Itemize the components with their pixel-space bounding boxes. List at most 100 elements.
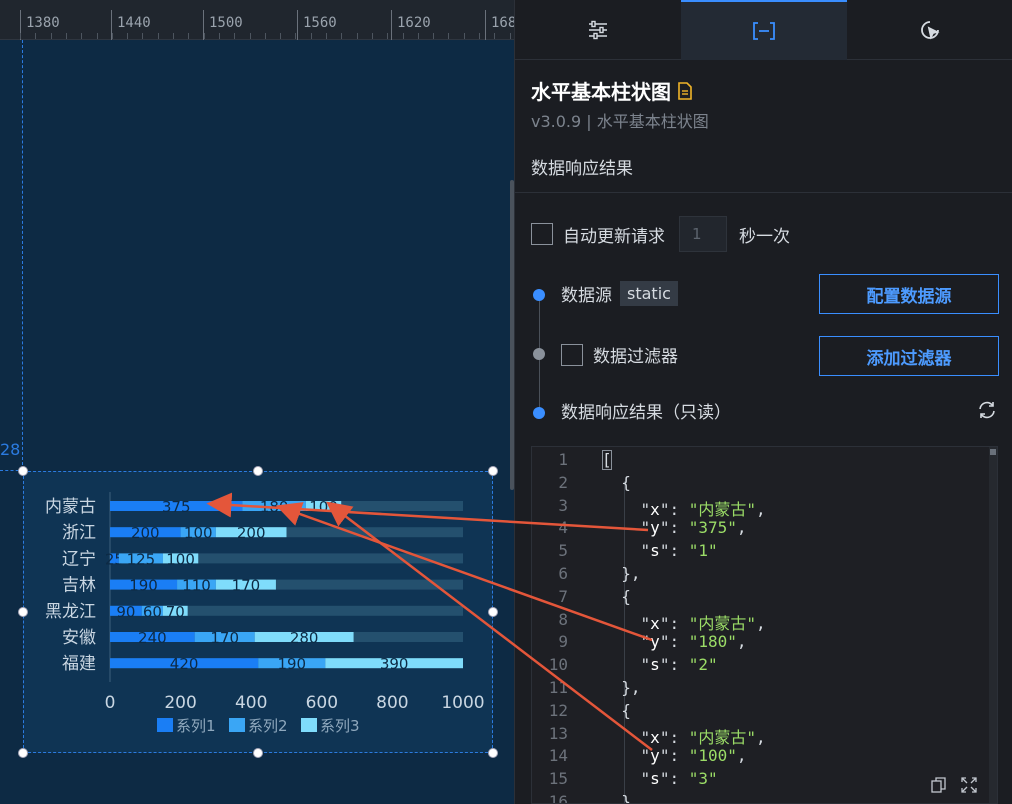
code-text: "y": "375", — [602, 518, 747, 538]
ruler-minor-tick — [203, 33, 205, 39]
tab-data[interactable] — [681, 0, 847, 60]
design-canvas[interactable]: 1380 1440 1500 1560 1620 168 28 内蒙古 375 18… — [0, 0, 514, 804]
code-text: { — [602, 586, 631, 606]
resize-handle-bottom[interactable] — [253, 748, 263, 758]
filter-step-dot — [533, 348, 545, 360]
ruler-minor-tick — [341, 33, 343, 39]
ruler-minor-tick — [371, 33, 373, 39]
line-number: 7 — [558, 586, 568, 606]
legend-swatch — [301, 718, 317, 732]
ruler-tick: 1620 — [391, 10, 431, 40]
data-label: 60 — [143, 603, 162, 621]
vertical-guide-line[interactable] — [22, 40, 23, 470]
refresh-icon[interactable] — [977, 400, 997, 424]
json-value: 内蒙古 — [698, 499, 747, 519]
interaction-icon — [921, 21, 940, 40]
line-number: 8 — [558, 609, 568, 629]
data-label: 170 — [210, 629, 239, 647]
json-key: s — [650, 541, 660, 561]
resize-handle-top-left[interactable] — [18, 466, 28, 476]
guide-position-label: 28 — [0, 440, 21, 459]
ruler-tick: 168 — [485, 10, 514, 40]
code-line: 15 "s": "3" — [532, 769, 997, 792]
code-line: 6 }, — [532, 564, 997, 587]
tab-style[interactable] — [515, 0, 681, 60]
x-tick-label: 400 — [235, 693, 267, 713]
line-number: 15 — [548, 769, 568, 789]
line-number: 14 — [548, 746, 568, 766]
ruler-minor-tick — [142, 33, 144, 39]
data-label: 180 — [260, 498, 289, 516]
category-label: 内蒙古 — [45, 497, 96, 517]
configure-datasource-button[interactable]: 配置数据源 — [819, 274, 999, 314]
json-value: 100 — [698, 746, 728, 766]
code-scrollbar-thumb[interactable] — [990, 449, 996, 455]
data-label: 190 — [277, 655, 306, 673]
legend-label: 系列3 — [320, 717, 360, 735]
code-text: "x": "内蒙古", — [602, 499, 766, 519]
filter-label: 数据过滤器 — [593, 347, 678, 367]
json-key: s — [650, 769, 660, 789]
code-text: "x": "内蒙古", — [602, 727, 766, 747]
resize-handle-top[interactable] — [253, 466, 263, 476]
auto-update-checkbox[interactable] — [531, 223, 553, 245]
ruler-minor-tick — [433, 33, 435, 39]
code-line: 12 { — [532, 701, 997, 724]
code-line: 2 { — [532, 473, 997, 496]
line-number: 4 — [558, 518, 568, 538]
code-line: 10 "s": "2" — [532, 655, 997, 678]
filter-row: 数据过滤器 — [561, 342, 678, 367]
legend-label: 系列1 — [176, 717, 216, 735]
filter-checkbox[interactable] — [561, 343, 583, 366]
legend-swatch — [157, 718, 173, 732]
json-key: y — [650, 518, 660, 538]
resize-handle-bottom-left[interactable] — [18, 748, 28, 758]
line-number: 13 — [548, 723, 568, 743]
line-number: 5 — [558, 541, 568, 561]
result-label: 数据响应结果（只读） — [561, 403, 731, 423]
tab-interaction[interactable] — [847, 0, 1012, 60]
component-version: v3.0.9 | 水平基本柱状图 — [531, 112, 709, 131]
result-step-dot — [533, 407, 545, 419]
add-filter-button[interactable]: 添加过滤器 — [819, 336, 999, 376]
resize-handle-right[interactable] — [488, 607, 498, 617]
data-label: 100 — [309, 498, 338, 516]
copy-icon[interactable] — [931, 777, 947, 793]
panel-tabs — [515, 0, 1012, 60]
data-label: 170 — [232, 577, 261, 595]
ruler-tick: 1560 — [297, 10, 337, 40]
ruler-minor-tick — [20, 33, 21, 39]
ruler-minor-tick — [234, 33, 236, 39]
line-number: 10 — [548, 655, 568, 675]
horizontal-ruler: 1380 1440 1500 1560 1620 168 — [0, 0, 514, 40]
data-label: 200 — [237, 524, 266, 542]
result-row: 数据响应结果（只读） — [561, 398, 731, 423]
data-label: 390 — [380, 655, 409, 673]
resize-handle-bottom-right[interactable] — [488, 748, 498, 758]
bar-chart-widget[interactable]: 内蒙古 375 180 100 浙江 200 100 200 辽宁 25 125 100 吉林 190 11… — [23, 471, 493, 753]
json-value: 1 — [698, 541, 708, 561]
ruler-minor-tick — [356, 33, 358, 39]
ruler-label: 1440 — [117, 15, 151, 31]
ruler-minor-tick — [326, 33, 327, 39]
resize-handle-left[interactable] — [18, 607, 28, 617]
code-scrollbar[interactable] — [989, 447, 997, 803]
ruler-minor-tick — [310, 33, 312, 39]
ruler-minor-tick — [111, 33, 113, 39]
x-tick-label: 800 — [376, 693, 408, 713]
code-line: 3 "x": "内蒙古", — [532, 496, 997, 519]
ruler-minor-tick — [96, 33, 98, 39]
fullscreen-icon[interactable] — [961, 777, 977, 793]
ruler-minor-tick — [127, 33, 129, 39]
json-viewer[interactable]: 1[2 {3 "x": "内蒙古", 4 "y": "375", 5 "s": "1… — [531, 446, 998, 804]
code-line: 16 }, — [532, 792, 997, 803]
ruler-minor-tick — [173, 33, 174, 39]
code-text: "y": "100", — [602, 746, 747, 766]
interval-input[interactable]: 1 — [679, 216, 727, 252]
json-key: y — [650, 746, 660, 766]
resize-handle-top-right[interactable] — [488, 466, 498, 476]
ruler-label: 1560 — [303, 15, 337, 31]
json-value: 375 — [698, 518, 728, 538]
document-icon[interactable] — [677, 81, 693, 100]
ruler-minor-tick — [417, 33, 419, 39]
